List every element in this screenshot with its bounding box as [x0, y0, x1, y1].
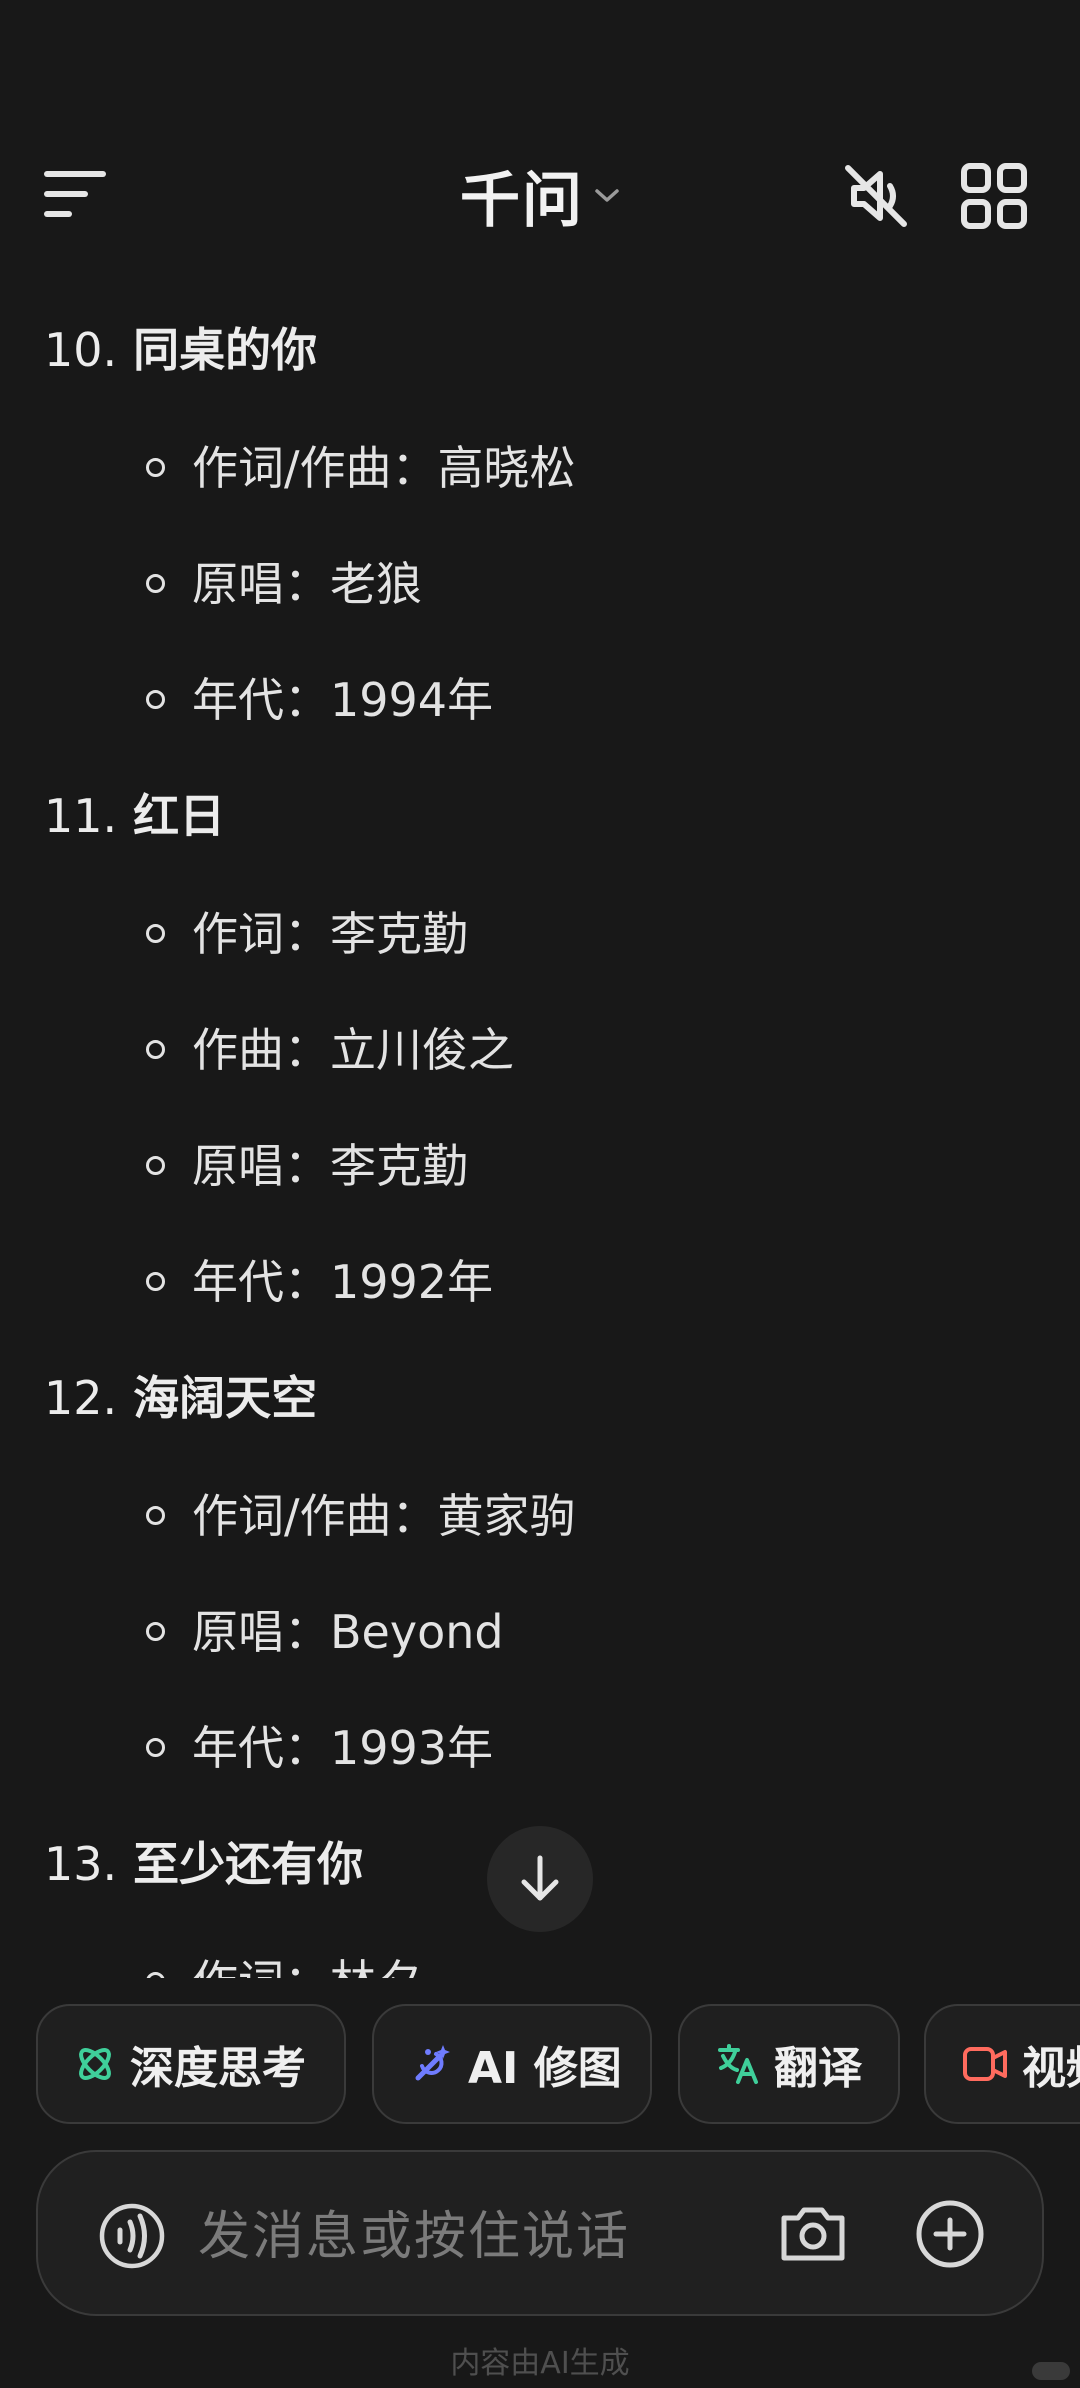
- song-name: 海阔天空: [133, 1371, 318, 1425]
- voice-input-button[interactable]: [98, 2202, 166, 2274]
- song-number: 11.: [44, 789, 118, 843]
- camera-icon: [781, 2207, 845, 2261]
- bullet-icon: [146, 924, 165, 943]
- song-name: 红日: [133, 789, 226, 843]
- chip-deep-think[interactable]: 深度思考: [36, 2004, 346, 2124]
- detail-text: 原唱：李克勤: [192, 1139, 468, 1193]
- song-detail: 原唱：Beyond: [0, 1582, 1080, 1698]
- translate-icon: [718, 2044, 758, 2084]
- song-name: 同桌的你: [133, 323, 318, 377]
- bullet-icon: [146, 690, 165, 709]
- chip-label: 视频: [1022, 2043, 1080, 2094]
- app-title: 千问: [460, 166, 584, 236]
- voice-wave-icon: [99, 2203, 165, 2269]
- chevron-down-icon: [595, 188, 619, 202]
- song-title: 12. 海阔天空: [0, 1348, 1080, 1466]
- song-detail: 作词/作曲：高晓松: [0, 418, 1080, 534]
- speaker-mute-icon: [845, 165, 907, 227]
- song-item: 12. 海阔天空 作词/作曲：黄家驹 原唱：Beyond 年代：1993年: [0, 1348, 1080, 1814]
- mute-button[interactable]: [840, 160, 920, 240]
- bullet-icon: [146, 458, 165, 477]
- chip-label: 深度思考: [130, 2043, 306, 2094]
- chip-video-call[interactable]: 视频: [924, 2004, 1080, 2124]
- bullet-icon: [146, 1156, 165, 1175]
- quick-actions: 深度思考 AI 修图 翻译 视: [36, 2004, 1080, 2124]
- message-input[interactable]: 发消息或按住说话: [198, 2194, 630, 2269]
- ai-disclaimer: 内容由AI生成: [450, 2346, 630, 2381]
- detail-text: 原唱：Beyond: [192, 1605, 504, 1659]
- song-item: 11. 红日 作词：李克勤 作曲：立川俊之 原唱：李克勤 年代：1992年: [0, 766, 1080, 1348]
- top-bar: 千问: [0, 130, 1080, 260]
- chip-ai-retouch[interactable]: AI 修图: [372, 2004, 652, 2124]
- magic-wand-icon: [415, 2045, 450, 2081]
- chip-label: 翻译: [774, 2043, 862, 2094]
- message-content: 10. 同桌的你 作词/作曲：高晓松 原唱：老狼 年代：1994年 11. 红日…: [0, 300, 1080, 1980]
- atom-icon: [79, 2048, 111, 2080]
- bullet-icon: [146, 1272, 165, 1291]
- song-title: 11. 红日: [0, 766, 1080, 884]
- scroll-to-bottom-button[interactable]: [487, 1826, 593, 1932]
- detail-text: 作词/作曲：黄家驹: [192, 1489, 576, 1543]
- bullet-icon: [146, 1738, 165, 1757]
- chip-label: AI 修图: [468, 2043, 622, 2094]
- grid-icon: [961, 163, 1027, 229]
- plus-circle-icon: [916, 2200, 984, 2268]
- bullet-icon: [146, 1506, 165, 1525]
- add-button[interactable]: [914, 2198, 986, 2274]
- bullet-icon: [146, 1040, 165, 1059]
- song-title: 10. 同桌的你: [0, 300, 1080, 418]
- watermark-logo: [1032, 2362, 1070, 2380]
- song-item: 10. 同桌的你 作词/作曲：高晓松 原唱：老狼 年代：1994年: [0, 300, 1080, 766]
- bullet-icon: [146, 1622, 165, 1641]
- song-number: 13.: [44, 1837, 118, 1891]
- detail-text: 年代：1992年: [192, 1255, 494, 1309]
- detail-text: 作词/作曲：高晓松: [192, 441, 576, 495]
- song-detail: 作词/作曲：黄家驹: [0, 1466, 1080, 1582]
- song-name: 至少还有你: [133, 1837, 364, 1891]
- arrow-down-icon: [521, 1855, 559, 1901]
- song-number: 10.: [44, 323, 118, 377]
- song-detail: 原唱：老狼: [0, 534, 1080, 650]
- song-detail: 作曲：立川俊之: [0, 1000, 1080, 1116]
- song-number: 12.: [44, 1371, 118, 1425]
- chip-translate[interactable]: 翻译: [678, 2004, 900, 2124]
- apps-button[interactable]: [958, 160, 1038, 240]
- detail-text: 年代：1994年: [192, 673, 494, 727]
- detail-text: 年代：1993年: [192, 1721, 494, 1775]
- chat-screen: 千问 10. 同桌的你 作词/作曲：高晓松 原唱：老狼 年代：1994年 11.…: [0, 0, 1080, 2388]
- song-detail: 年代：1992年: [0, 1232, 1080, 1348]
- detail-text: 作词：李克勤: [192, 907, 468, 961]
- detail-text: 作曲：立川俊之: [192, 1023, 514, 1077]
- bullet-icon: [146, 574, 165, 593]
- model-selector[interactable]: 千问: [460, 152, 620, 239]
- song-detail: 原唱：李克勤: [0, 1116, 1080, 1232]
- message-input-bar[interactable]: 发消息或按住说话: [36, 2150, 1044, 2316]
- camera-button[interactable]: [778, 2198, 848, 2272]
- song-detail: 作词：林夕: [0, 1932, 1080, 1980]
- video-call-icon: [963, 2047, 1007, 2081]
- song-detail: 作词：李克勤: [0, 884, 1080, 1000]
- song-detail: 年代：1993年: [0, 1698, 1080, 1814]
- detail-text: 作词：林夕: [192, 1955, 422, 1980]
- song-detail: 年代：1994年: [0, 650, 1080, 766]
- detail-text: 原唱：老狼: [192, 557, 422, 611]
